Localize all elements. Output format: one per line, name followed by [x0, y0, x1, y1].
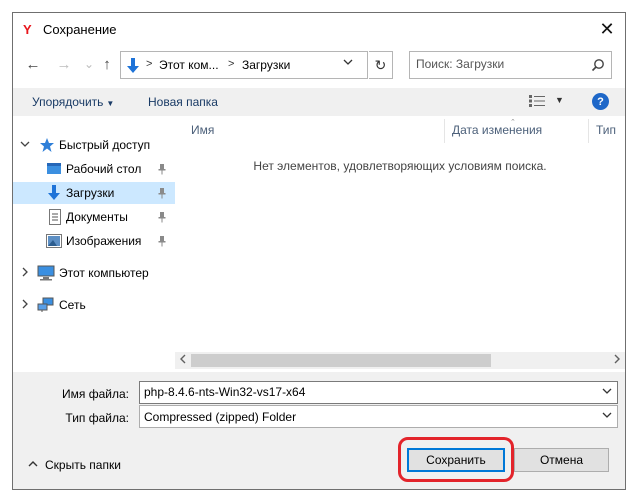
organize-label: Упорядочить	[32, 95, 104, 109]
view-options-icon[interactable]	[528, 94, 546, 111]
filename-label: Имя файла:	[62, 387, 129, 401]
documents-icon	[48, 209, 62, 228]
search-box[interactable]	[409, 51, 612, 79]
tree-item-label: Сеть	[59, 298, 86, 312]
pin-icon[interactable]	[157, 235, 167, 250]
filetype-value: Compressed (zipped) Folder	[144, 410, 297, 424]
column-header-name[interactable]: Имя	[191, 117, 214, 143]
empty-message: Нет элементов, удовлетворяющих условиям …	[253, 159, 547, 173]
file-list: Имя ⌃ Дата изменения Тип Нет элементов, …	[175, 117, 625, 372]
view-dropdown-icon[interactable]: ▼	[555, 95, 564, 105]
column-divider[interactable]	[588, 119, 589, 143]
chevron-down-icon[interactable]	[20, 139, 30, 152]
recent-locations-button[interactable]: ⌄	[80, 55, 98, 73]
up-button[interactable]: ↑	[98, 55, 116, 73]
scroll-left-icon[interactable]	[179, 354, 187, 366]
downloads-folder-icon	[124, 57, 142, 78]
tree-item-quick-access[interactable]: Быстрый доступ	[13, 134, 175, 156]
horizontal-scrollbar[interactable]	[175, 352, 625, 369]
pin-icon[interactable]	[157, 211, 167, 226]
cancel-button[interactable]: Отмена	[514, 448, 609, 472]
breadcrumb-separator: >	[228, 58, 235, 70]
tree-item-label: Изображения	[66, 234, 142, 248]
address-dropdown-icon[interactable]	[343, 57, 353, 70]
tree-item-label: Быстрый доступ	[59, 138, 151, 152]
filename-input[interactable]	[144, 385, 584, 399]
title-bar: Y Сохранение ✕	[13, 13, 625, 45]
yandex-logo-icon: Y	[23, 22, 32, 37]
filetype-select[interactable]: Compressed (zipped) Folder	[139, 405, 618, 428]
network-icon	[37, 297, 55, 316]
forward-button[interactable]: →	[55, 55, 73, 73]
tree-item-downloads[interactable]: Загрузки	[13, 182, 175, 204]
chevron-right-icon[interactable]	[20, 299, 30, 312]
navigation-pane: Быстрый доступ Рабочий стол Загрузки Док…	[13, 117, 175, 372]
tree-item-desktop[interactable]: Рабочий стол	[13, 158, 175, 180]
command-toolbar: Упорядочить ▼ Новая папка ▼ ?	[13, 88, 625, 116]
close-button[interactable]: ✕	[593, 15, 621, 43]
tree-item-network[interactable]: Сеть	[13, 294, 175, 316]
new-folder-button[interactable]: Новая папка	[148, 95, 218, 109]
column-divider[interactable]	[444, 119, 445, 143]
filename-combobox[interactable]	[139, 381, 618, 404]
column-header-date[interactable]: Дата изменения	[452, 117, 542, 143]
tree-item-label: Загрузки	[66, 186, 115, 200]
scrollbar-thumb[interactable]	[191, 354, 491, 367]
hide-folders-toggle[interactable]: Скрыть папки	[28, 458, 121, 472]
refresh-button[interactable]: ↻	[369, 51, 393, 79]
computer-icon	[37, 265, 55, 284]
chevron-up-icon	[28, 459, 38, 472]
highlight-annotation	[398, 437, 514, 482]
tree-item-label: Документы	[66, 210, 128, 224]
hide-folders-label: Скрыть папки	[45, 458, 121, 472]
breadcrumb-separator: >	[146, 58, 153, 70]
downloads-icon	[46, 184, 62, 205]
chevron-down-icon: ▼	[106, 99, 115, 108]
filetype-label: Тип файла:	[65, 411, 129, 425]
back-button[interactable]: ←	[24, 55, 42, 73]
tree-item-label: Этот компьютер	[59, 266, 149, 280]
desktop-folder-icon	[46, 161, 62, 180]
tree-item-label: Рабочий стол	[66, 162, 142, 176]
column-header-type[interactable]: Тип	[596, 117, 616, 143]
help-icon[interactable]: ?	[592, 93, 609, 110]
scroll-right-icon[interactable]	[613, 354, 621, 366]
address-bar[interactable]: > Этот ком... > Загрузки	[120, 51, 368, 79]
search-input[interactable]	[416, 57, 586, 71]
tree-item-this-pc[interactable]: Этот компьютер	[13, 262, 175, 284]
chevron-right-icon[interactable]	[20, 267, 30, 280]
chevron-down-icon[interactable]	[602, 386, 612, 399]
organize-menu[interactable]: Упорядочить ▼	[32, 95, 114, 109]
save-dialog: Y Сохранение ✕ ← → ⌄ ↑ > Этот ком... > З…	[0, 0, 638, 500]
tree-item-documents[interactable]: Документы	[13, 206, 175, 228]
breadcrumb-downloads[interactable]: Загрузки	[242, 58, 290, 72]
tree-item-pictures[interactable]: Изображения	[13, 230, 175, 252]
pin-icon[interactable]	[157, 163, 167, 178]
chevron-down-icon[interactable]	[602, 410, 612, 423]
pin-icon[interactable]	[157, 187, 167, 202]
pictures-icon	[46, 234, 62, 251]
star-icon	[39, 137, 55, 156]
dialog-title: Сохранение	[43, 22, 117, 37]
search-icon[interactable]	[591, 58, 605, 75]
breadcrumb-this-pc[interactable]: Этот ком...	[159, 58, 219, 72]
